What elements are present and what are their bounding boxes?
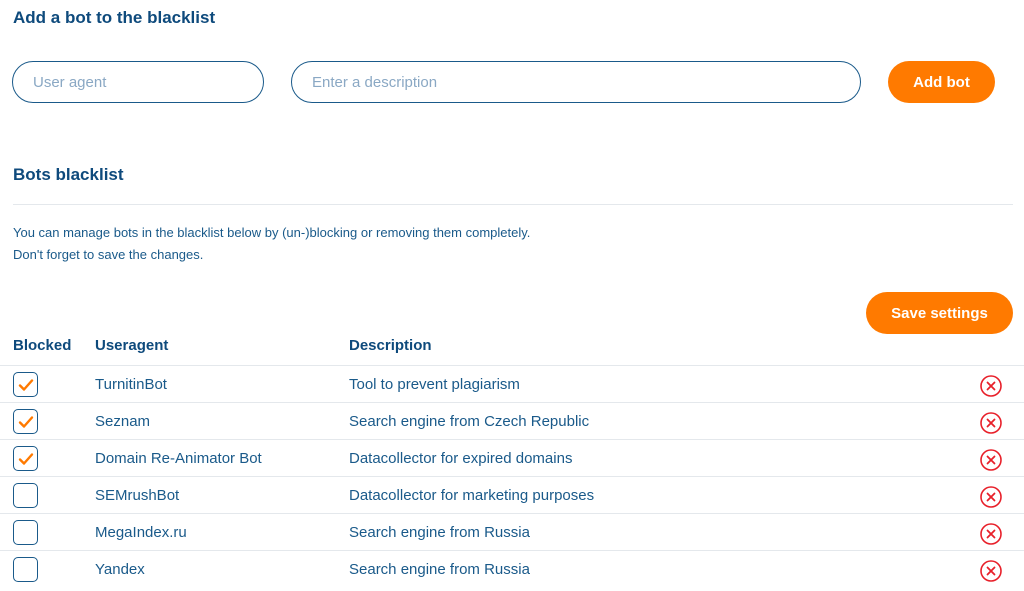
useragent-cell: SEMrushBot — [95, 487, 180, 504]
column-header-useragent: Useragent — [95, 337, 169, 354]
column-header-blocked: Blocked — [13, 337, 72, 354]
checkmark-icon — [18, 378, 33, 391]
description-cell: Tool to prevent plagiarism — [349, 376, 520, 393]
blocked-checkbox[interactable] — [13, 557, 38, 582]
useragent-cell: TurnitinBot — [95, 376, 167, 393]
user-agent-input[interactable] — [12, 61, 264, 103]
useragent-cell: Yandex — [95, 561, 145, 578]
remove-circle-x-icon[interactable] — [979, 485, 1003, 509]
table-row: Seznam Search engine from Czech Republic — [0, 402, 1024, 439]
description-cell: Search engine from Russia — [349, 561, 530, 578]
info-text-line-1: You can manage bots in the blacklist bel… — [13, 225, 531, 240]
description-cell: Datacollector for expired domains — [349, 450, 573, 467]
description-cell: Search engine from Czech Republic — [349, 413, 590, 430]
section-divider — [13, 204, 1013, 205]
remove-circle-x-icon[interactable] — [979, 374, 1003, 398]
checkmark-icon — [18, 415, 33, 428]
useragent-cell: Domain Re-Animator Bot — [95, 450, 262, 467]
blocked-checkbox[interactable] — [13, 483, 38, 508]
blocked-checkbox[interactable] — [13, 372, 38, 397]
table-row: MegaIndex.ru Search engine from Russia — [0, 513, 1024, 550]
save-settings-button[interactable]: Save settings — [866, 292, 1013, 334]
column-header-description: Description — [349, 337, 432, 354]
table-row: TurnitinBot Tool to prevent plagiarism — [0, 365, 1024, 402]
blocked-checkbox[interactable] — [13, 520, 38, 545]
table-row: Domain Re-Animator Bot Datacollector for… — [0, 439, 1024, 476]
remove-circle-x-icon[interactable] — [979, 559, 1003, 583]
remove-circle-x-icon[interactable] — [979, 411, 1003, 435]
blocked-checkbox[interactable] — [13, 446, 38, 471]
checkmark-icon — [18, 452, 33, 465]
remove-circle-x-icon[interactable] — [979, 448, 1003, 472]
remove-circle-x-icon[interactable] — [979, 522, 1003, 546]
useragent-cell: MegaIndex.ru — [95, 524, 187, 541]
add-bot-heading: Add a bot to the blacklist — [13, 8, 216, 27]
table-row: SEMrushBot Datacollector for marketing p… — [0, 476, 1024, 513]
description-input[interactable] — [291, 61, 861, 103]
description-cell: Datacollector for marketing purposes — [349, 487, 595, 504]
info-text-line-2: Don't forget to save the changes. — [13, 247, 204, 262]
table-row: Yandex Search engine from Russia — [0, 550, 1024, 587]
useragent-cell: Seznam — [95, 413, 151, 430]
bots-blacklist-heading: Bots blacklist — [13, 165, 124, 184]
description-cell: Search engine from Russia — [349, 524, 530, 541]
blocked-checkbox[interactable] — [13, 409, 38, 434]
add-bot-button[interactable]: Add bot — [888, 61, 995, 103]
